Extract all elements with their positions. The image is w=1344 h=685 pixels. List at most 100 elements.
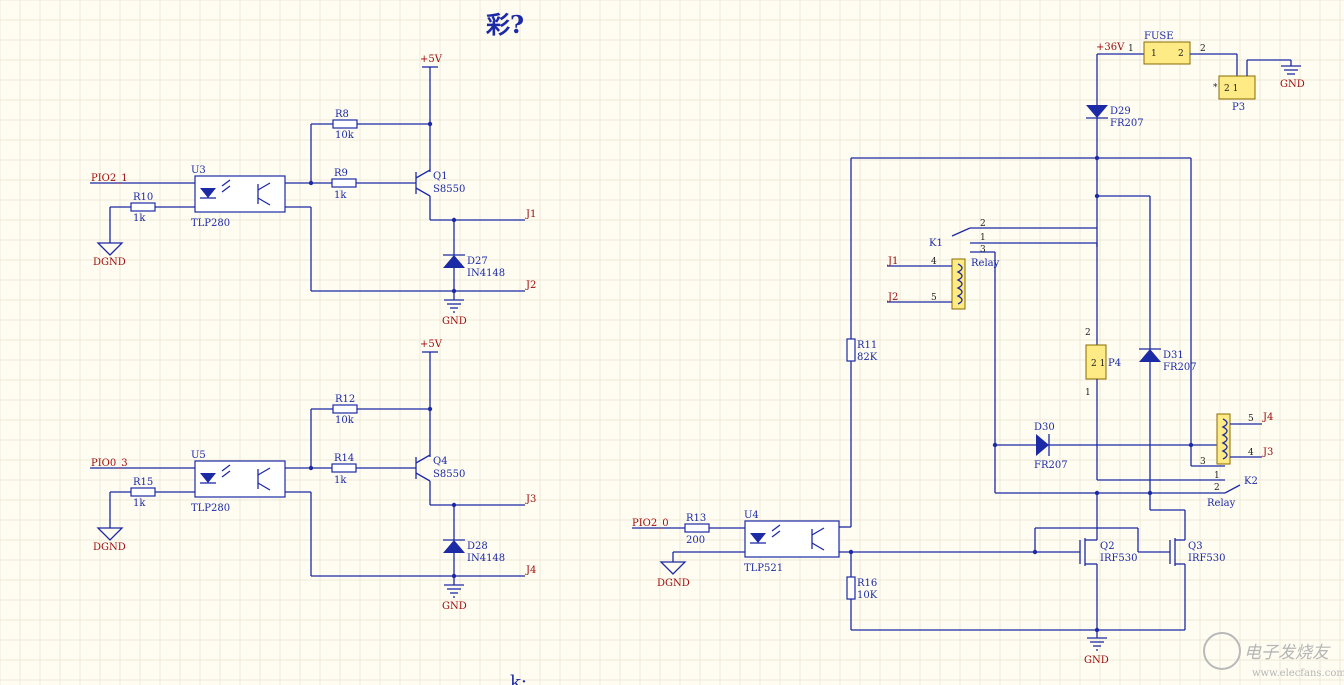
p4-ref: P4 (1108, 358, 1121, 369)
d27-ref: D27 (467, 256, 488, 267)
k2-part: Relay (1207, 498, 1236, 509)
svg-text:3: 3 (1200, 457, 1206, 467)
svg-text:2: 2 (1085, 328, 1091, 338)
resistor-r14 (331, 463, 357, 473)
r15-ref: R15 (133, 477, 153, 488)
u3-ref: U3 (191, 165, 206, 176)
gnd-label-bottom: GND (1084, 655, 1109, 666)
dgnd-label: DGND (93, 542, 126, 553)
vin-label: +36V (1096, 42, 1125, 53)
r16-value: 10K (857, 590, 878, 601)
svg-text:*: * (1213, 83, 1218, 93)
net-label-pio2-1: PIO2_1 (91, 173, 128, 184)
gnd-label-ch1: GND (442, 316, 467, 327)
sheet-bottom-fragment: k: (510, 672, 527, 685)
power-relay-circuit: +36V 1 1 2 FUSE 2 2 1 * P3 GND D29 FR207 (632, 31, 1305, 666)
r9-ref: R9 (334, 168, 348, 179)
resistor-r10 (130, 202, 156, 212)
svg-text:1: 1 (980, 233, 986, 243)
net-label-j2-ch1: J2 (525, 280, 536, 291)
sheet-title: 彩? (485, 10, 524, 39)
r8-value: 10k (335, 130, 355, 141)
q1-part: S8550 (433, 184, 465, 195)
k1-ref: K1 (929, 238, 943, 249)
net-label-j4-ch2: J4 (525, 565, 536, 576)
q4-part: S8550 (433, 469, 465, 480)
d28-part: IN4148 (467, 553, 505, 564)
q2-part: IRF530 (1100, 553, 1138, 564)
r10-value: 1k (133, 213, 146, 224)
k1-coil-net-b: J2 (887, 292, 898, 303)
r14-ref: R14 (334, 453, 354, 464)
diode-d31-icon (1139, 349, 1161, 362)
resistor-r11 (846, 338, 856, 362)
svg-text:5: 5 (931, 293, 937, 303)
svg-text:1: 1 (1128, 44, 1134, 54)
svg-text:1: 1 (1085, 388, 1091, 398)
u5-part: TLP280 (191, 503, 230, 514)
r13-ref: R13 (686, 513, 706, 524)
svg-text:2: 2 (1214, 483, 1220, 493)
gnd-label-p3: GND (1280, 79, 1305, 90)
resistor-r13 (684, 523, 710, 533)
r13-value: 200 (686, 535, 705, 546)
dgnd-symbol (96, 242, 124, 256)
d30-part: FR207 (1034, 460, 1068, 471)
d31-ref: D31 (1163, 350, 1184, 361)
svg-text:1: 1 (1214, 471, 1220, 481)
u4-ref: U4 (744, 510, 759, 521)
k2-coil-net-b: J3 (1262, 447, 1273, 458)
d30-ref: D30 (1034, 422, 1055, 433)
q1-ref: Q1 (433, 171, 448, 182)
u4-part: TLP521 (744, 563, 783, 574)
u5-ref: U5 (191, 450, 206, 461)
svg-text:2 1: 2 1 (1224, 84, 1238, 94)
resistor-r16 (846, 576, 856, 600)
resistor-r15 (130, 487, 156, 497)
diode-d29-icon (1086, 105, 1108, 118)
svg-text:2: 2 (1200, 44, 1206, 54)
u3-part: TLP280 (191, 218, 230, 229)
r12-ref: R12 (335, 394, 355, 405)
r9-value: 1k (334, 190, 347, 201)
gnd-label-ch2: GND (442, 601, 467, 612)
r8-ref: R8 (335, 109, 349, 120)
r16-ref: R16 (857, 578, 877, 589)
d28-ref: D28 (467, 541, 488, 552)
svg-text:2 1: 2 1 (1091, 359, 1105, 369)
k1-coil-net-a: J1 (887, 256, 898, 267)
d29-ref: D29 (1110, 106, 1131, 117)
net-label-pio0-3: PIO0_3 (91, 458, 128, 469)
d29-part: FR207 (1110, 118, 1144, 129)
q4-ref: Q4 (433, 456, 448, 467)
dgnd-label-u4: DGND (657, 578, 690, 589)
relay-k2-coil (1216, 413, 1231, 465)
d27-part: IN4148 (467, 268, 505, 279)
diode-d28-icon (443, 540, 465, 553)
vcc-label-ch2: +5V (420, 339, 443, 350)
net-label-j3-ch2: J3 (525, 494, 536, 505)
watermark-text: 电子发烧友 (1244, 643, 1331, 663)
k1-part: Relay (971, 258, 1000, 269)
p3-ref: P3 (1232, 102, 1245, 113)
svg-text:1: 1 (1151, 49, 1157, 59)
q3-ref: Q3 (1188, 541, 1203, 552)
schematic-sheet: 彩? k: PIO2_1 R10 1k DGND U3 TLP280 R8 10… (0, 0, 1344, 685)
channel-1-circuit: PIO2_1 R10 1k DGND U3 TLP280 R8 10k R9 1… (90, 54, 536, 327)
r11-ref: R11 (857, 340, 877, 351)
dgnd-label: DGND (93, 257, 126, 268)
d31-part: FR207 (1163, 362, 1197, 373)
diode-d30-icon (1036, 434, 1049, 456)
r12-value: 10k (335, 415, 355, 426)
vcc-label-ch1: +5V (420, 54, 443, 65)
resistor-r9 (331, 178, 357, 188)
k2-ref: K2 (1244, 476, 1258, 487)
dgnd-symbol (96, 527, 124, 541)
q2-ref: Q2 (1100, 541, 1115, 552)
svg-text:4: 4 (931, 257, 937, 267)
svg-text:2: 2 (980, 219, 986, 229)
resistor-r12 (332, 404, 358, 414)
svg-text:3: 3 (980, 245, 986, 255)
fuse-ref: FUSE (1144, 31, 1174, 42)
net-label-pio2-0: PIO2_0 (632, 518, 669, 529)
